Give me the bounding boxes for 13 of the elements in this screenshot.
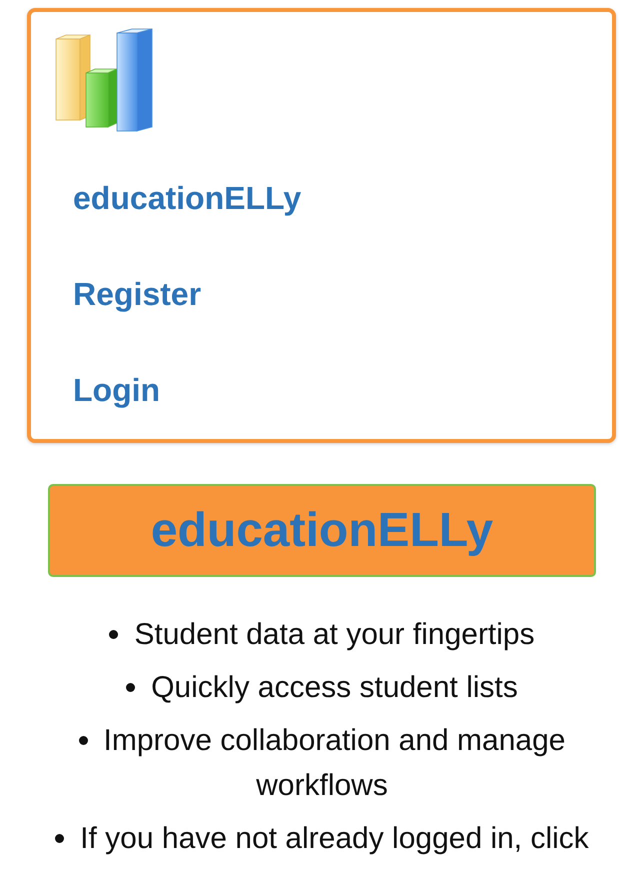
nav-link[interactable]: Register — [73, 274, 202, 314]
feature-text: Quickly access student lists — [151, 671, 518, 704]
bullet-icon — [78, 736, 88, 745]
feature-text: Student data at your fingertips — [134, 618, 535, 651]
bullet-icon — [109, 630, 118, 639]
feature-text: Improve collaboration and manage workflows — [104, 724, 566, 802]
bar-chart-icon — [55, 28, 153, 132]
bullet-icon — [126, 682, 136, 692]
nav-link[interactable]: educationELLy — [73, 178, 302, 218]
bullet-icon — [55, 834, 64, 843]
feature-text: If you have not already logged in, click — [80, 822, 589, 855]
nav-link[interactable]: Login — [73, 370, 160, 410]
title-banner: educationELLy — [48, 484, 596, 577]
